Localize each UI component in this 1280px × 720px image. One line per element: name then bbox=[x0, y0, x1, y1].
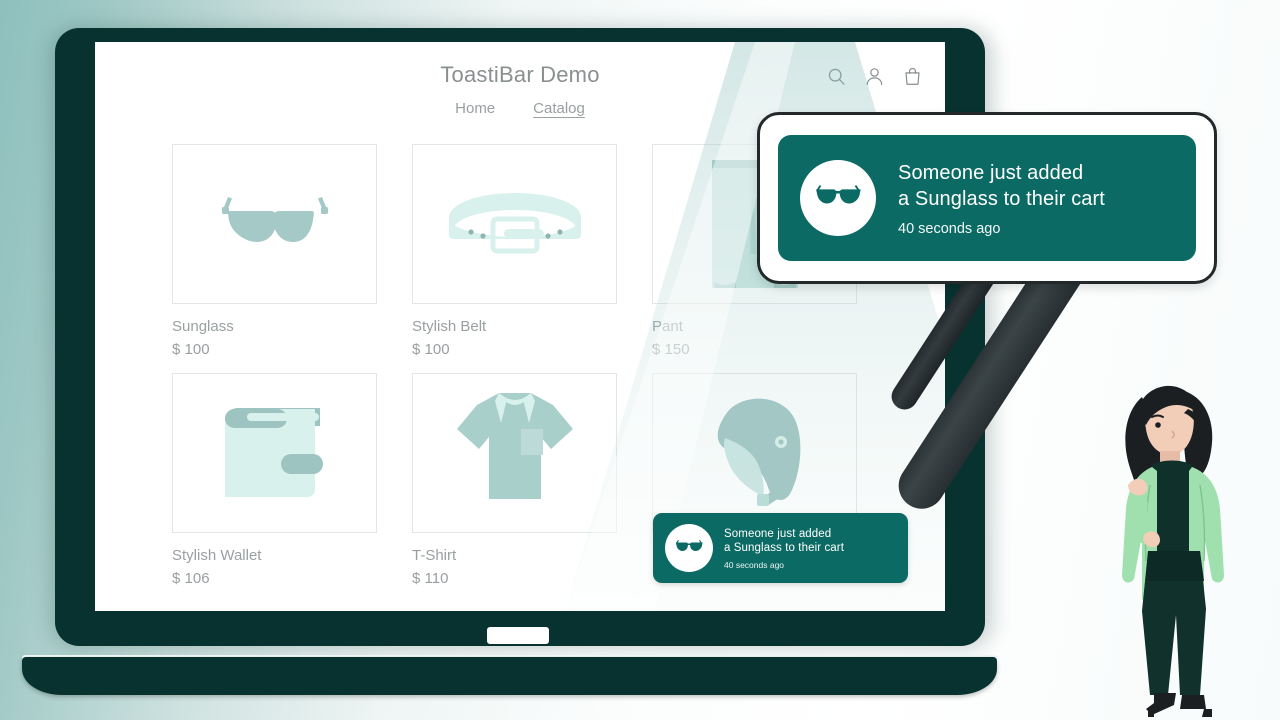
product-thumbnail bbox=[172, 373, 377, 533]
shopping-bag-icon[interactable] bbox=[902, 66, 923, 88]
avatar bbox=[665, 524, 713, 572]
product-name: Pant bbox=[652, 318, 683, 335]
header-icon-group bbox=[826, 66, 923, 88]
sunglasses-icon bbox=[816, 184, 861, 203]
product-thumbnail bbox=[652, 373, 857, 533]
account-icon[interactable] bbox=[864, 66, 885, 88]
product-name: T-Shirt bbox=[412, 547, 457, 564]
laptop-touchpad-notch bbox=[487, 627, 549, 644]
tshirt-icon bbox=[456, 393, 573, 499]
toast-line-2: a Sunglass to their cart bbox=[898, 187, 1105, 210]
toast-timestamp: 40 seconds ago bbox=[724, 559, 785, 570]
page-title: ToastiBar Demo bbox=[440, 62, 600, 87]
product-thumbnail bbox=[412, 373, 617, 533]
wallet-icon bbox=[224, 408, 323, 497]
site-header: ToastiBar Demo Home Catalog bbox=[95, 42, 945, 117]
product-card[interactable]: Stylish Wallet $ 106 bbox=[172, 373, 379, 587]
laptop-base bbox=[22, 657, 997, 695]
helmet-icon bbox=[717, 398, 800, 506]
toast-text-group: Someone just added a Sunglass to their c… bbox=[898, 160, 1105, 237]
product-card[interactable]: Stylish Belt $ 100 bbox=[412, 144, 619, 358]
product-thumbnail bbox=[412, 144, 617, 304]
person-illustration bbox=[1122, 385, 1224, 717]
product-name: Stylish Wallet bbox=[172, 547, 262, 564]
toast-timestamp: 40 seconds ago bbox=[898, 220, 1001, 237]
toast-line-1: Someone just added bbox=[724, 527, 832, 540]
toast-notification-magnified[interactable]: Someone just added a Sunglass to their c… bbox=[778, 135, 1196, 261]
sunglasses-icon bbox=[675, 540, 703, 551]
product-price: $ 100 bbox=[412, 341, 450, 358]
product-name: Sunglass bbox=[172, 318, 234, 335]
magnifier-lens: Someone just added a Sunglass to their c… bbox=[757, 112, 1217, 284]
nav-link-home[interactable]: Home bbox=[455, 100, 495, 117]
toast-text-group: Someone just added a Sunglass to their c… bbox=[724, 527, 844, 570]
search-icon[interactable] bbox=[826, 66, 847, 88]
product-price: $ 110 bbox=[412, 570, 449, 587]
product-card[interactable]: T-Shirt $ 110 bbox=[412, 373, 619, 587]
toast-line-2: a Sunglass to their cart bbox=[724, 542, 845, 554]
product-name: Stylish Belt bbox=[412, 318, 487, 335]
product-card[interactable]: Sunglass $ 100 bbox=[172, 144, 379, 358]
toast-line-1: Someone just added bbox=[898, 161, 1084, 184]
product-thumbnail bbox=[172, 144, 377, 304]
nav-link-catalog[interactable]: Catalog bbox=[533, 100, 585, 117]
illustration-stage: ToastiBar Demo Home Catalog Sunglass $ 1… bbox=[0, 0, 1280, 720]
product-price: $ 100 bbox=[172, 341, 210, 358]
avatar bbox=[800, 160, 876, 236]
product-price: $ 150 bbox=[652, 341, 690, 358]
toast-notification-small[interactable]: Someone just added a Sunglass to their c… bbox=[653, 513, 908, 583]
belt-icon bbox=[448, 193, 581, 254]
sunglasses-icon bbox=[221, 197, 328, 242]
product-price: $ 106 bbox=[172, 570, 210, 587]
